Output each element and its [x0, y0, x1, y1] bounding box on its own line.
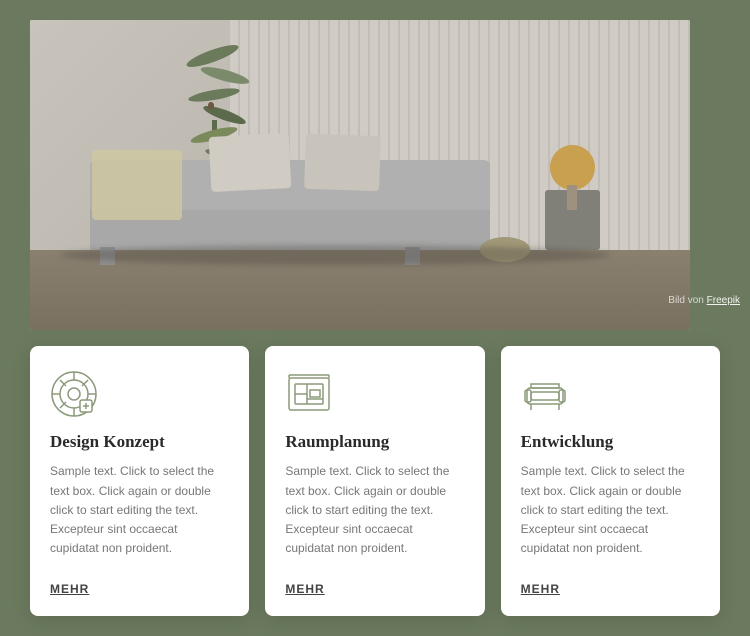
freepik-credit: Bild von Freepik: [668, 295, 740, 306]
card-body-entwicklung: Sample text. Click to select the text bo…: [521, 462, 700, 572]
card-body-design: Sample text. Click to select the text bo…: [50, 462, 229, 572]
card-design-konzept: Design Konzept Sample text. Click to sel…: [30, 346, 249, 616]
rug: [60, 245, 610, 265]
floor-plan-icon: [285, 370, 333, 418]
pillow2: [304, 134, 381, 192]
pillow1: [209, 133, 292, 192]
card-raumplanung: Raumplanung Sample text. Click to select…: [265, 346, 484, 616]
throw-blanket: [92, 150, 182, 220]
card-body-raumplanung: Sample text. Click to select the text bo…: [285, 462, 464, 572]
lamp-head: [550, 145, 595, 190]
page-wrapper: Bild von Freepik: [0, 0, 750, 636]
card-link-design[interactable]: MEHR: [50, 582, 229, 596]
card-title-raumplanung: Raumplanung: [285, 432, 464, 452]
lamp-stem: [567, 185, 577, 210]
cards-section: Design Konzept Sample text. Click to sel…: [30, 346, 720, 616]
card-link-raumplanung[interactable]: MEHR: [285, 582, 464, 596]
card-title-entwicklung: Entwicklung: [521, 432, 700, 452]
card-entwicklung: Entwicklung Sample text. Click to select…: [501, 346, 720, 616]
freepik-link[interactable]: Freepik: [707, 295, 740, 306]
card-link-entwicklung[interactable]: MEHR: [521, 582, 700, 596]
hero-image: [30, 20, 690, 330]
card-title-design: Design Konzept: [50, 432, 229, 452]
design-icon: [50, 370, 98, 418]
sofa-icon: [521, 370, 569, 418]
room-simulation: [30, 20, 690, 330]
